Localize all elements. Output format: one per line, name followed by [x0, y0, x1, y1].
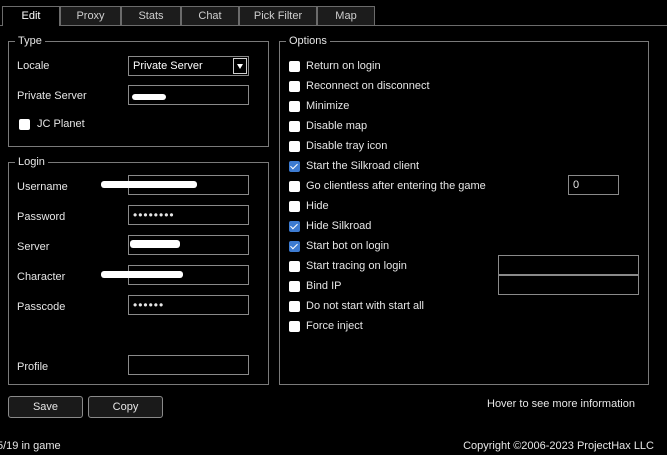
password-field[interactable]: •••••••• [128, 205, 249, 225]
minimize-checkbox[interactable] [289, 101, 300, 112]
hide-checkbox[interactable] [289, 201, 300, 212]
tracing-field[interactable] [498, 255, 639, 275]
profile-field[interactable] [128, 355, 249, 375]
private-server-label: Private Server [17, 90, 87, 102]
start-tracing-on-login-label: Start tracing on login [306, 260, 407, 272]
copyright-text: Copyright ©2006-2023 ProjectHax LLC [463, 440, 654, 452]
tab-edit[interactable]: Edit [2, 6, 60, 26]
redaction-mark [132, 94, 166, 100]
hide-label: Hide [306, 200, 329, 212]
redaction-mark [130, 240, 180, 248]
go-clientless-label: Go clientless after entering the game [306, 180, 486, 192]
start-bot-on-login-label: Start bot on login [306, 240, 390, 252]
start-silkroad-client-checkbox[interactable] [289, 161, 300, 172]
locale-selected-value: Private Server [133, 60, 203, 72]
locale-select[interactable]: Private Server [128, 56, 249, 76]
copy-button[interactable]: Copy [88, 396, 163, 418]
jc-planet-checkbox[interactable] [19, 119, 30, 130]
tab-map[interactable]: Map [317, 6, 375, 25]
start-tracing-on-login-checkbox[interactable] [289, 261, 300, 272]
jc-planet-label: JC Planet [37, 118, 85, 130]
do-not-start-with-start-all-checkbox[interactable] [289, 301, 300, 312]
server-label: Server [17, 241, 50, 253]
profile-label: Profile [17, 361, 49, 373]
redaction-mark [101, 271, 183, 278]
type-group-title: Type [15, 35, 45, 47]
type-group: Type Locale Private Server Private Serve… [8, 35, 269, 147]
hide-silkroad-checkbox[interactable] [289, 221, 300, 232]
tab-chat[interactable]: Chat [181, 6, 239, 25]
options-group-title: Options [286, 35, 330, 47]
hide-silkroad-label: Hide Silkroad [306, 220, 372, 232]
bind-ip-checkbox[interactable] [289, 281, 300, 292]
save-button[interactable]: Save [8, 396, 83, 418]
tab-pick-filter[interactable]: Pick Filter [239, 6, 317, 25]
redaction-mark [101, 181, 197, 188]
disable-map-label: Disable map [306, 120, 368, 132]
locale-label: Locale [17, 60, 50, 72]
disable-tray-icon-label: Disable tray icon [306, 140, 388, 152]
disable-map-checkbox[interactable] [289, 121, 300, 132]
character-label: Character [17, 271, 66, 283]
start-silkroad-client-label: Start the Silkroad client [306, 160, 420, 172]
login-group: Login Username Password •••••••• Server … [8, 156, 269, 385]
options-group: Options Return on login Reconnect on dis… [279, 35, 649, 385]
tab-proxy[interactable]: Proxy [60, 6, 121, 25]
bind-ip-field[interactable] [498, 275, 639, 295]
reconnect-on-disconnect-label: Reconnect on disconnect [306, 80, 430, 92]
clientless-delay-field[interactable]: 0 [568, 175, 619, 195]
bind-ip-label: Bind IP [306, 280, 342, 292]
return-on-login-checkbox[interactable] [289, 61, 300, 72]
minimize-label: Minimize [306, 100, 350, 112]
tab-divider [0, 25, 667, 26]
chevron-down-icon[interactable] [233, 58, 247, 74]
tab-stats[interactable]: Stats [121, 6, 181, 25]
reconnect-on-disconnect-checkbox[interactable] [289, 81, 300, 92]
go-clientless-checkbox[interactable] [289, 181, 300, 192]
do-not-start-with-start-all-label: Do not start with start all [306, 300, 424, 312]
disable-tray-icon-checkbox[interactable] [289, 141, 300, 152]
in-game-count: 5/19 in game [0, 440, 61, 452]
start-bot-on-login-checkbox[interactable] [289, 241, 300, 252]
passcode-field[interactable]: •••••• [128, 295, 249, 315]
hover-hint: Hover to see more information [487, 398, 635, 410]
return-on-login-label: Return on login [306, 60, 381, 72]
passcode-label: Passcode [17, 301, 66, 313]
username-label: Username [17, 181, 68, 193]
force-inject-checkbox[interactable] [289, 321, 300, 332]
force-inject-label: Force inject [306, 320, 363, 332]
login-group-title: Login [15, 156, 48, 168]
password-label: Password [17, 211, 66, 223]
